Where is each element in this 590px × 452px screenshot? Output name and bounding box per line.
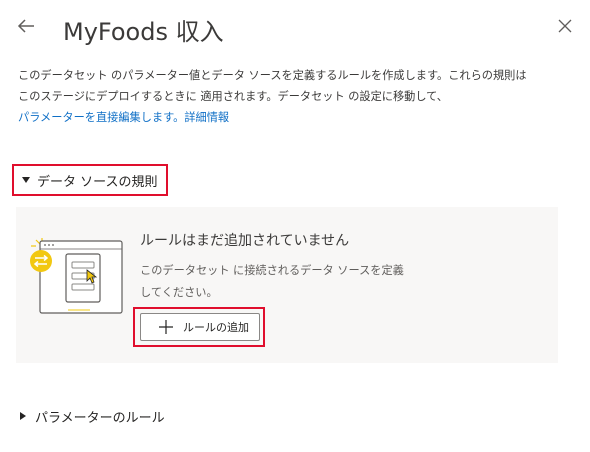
description-line-3: パラメーターを直接編集します。詳細情報 — [18, 107, 558, 128]
description: このデータセット のパラメーター値とデータ ソースを定義するルールを作成します。… — [18, 65, 558, 128]
learn-more-link[interactable]: 詳細情報 — [184, 111, 229, 124]
description-line-1: このデータセット のパラメーター値とデータ ソースを定義するルールを作成します。… — [18, 69, 527, 82]
empty-state-description: このデータセット に接続されるデータ ソースを定義 してください。 — [140, 260, 440, 304]
empty-state-description-line-1: このデータセット に接続されるデータ ソースを定義 — [140, 264, 404, 277]
empty-state-description-line-2: してください。 — [140, 286, 218, 299]
arrow-left-icon[interactable] — [14, 14, 38, 38]
section-data-source-rules[interactable]: データ ソースの規則 — [12, 164, 168, 196]
rules-illustration — [30, 238, 123, 314]
add-rule-button-label: ルールの追加 — [183, 321, 249, 334]
description-line-3-text: パラメーターを直接編集します。 — [18, 111, 185, 124]
collapse-caret-icon — [22, 177, 30, 183]
section-data-source-rules-label: データ ソースの規則 — [37, 174, 158, 190]
description-line-2: このステージにデプロイするときに 適用されます。データセット の設定に移動して、 — [18, 90, 448, 103]
section-parameter-rules[interactable]: パラメーターのルール — [20, 405, 165, 427]
empty-state-title: ルールはまだ追加されていません — [140, 233, 350, 249]
plus-icon — [159, 320, 173, 334]
page-title: MyFoods 収入 — [63, 18, 224, 46]
section-parameter-rules-label: パラメーターのルール — [35, 410, 165, 426]
close-icon[interactable] — [556, 17, 574, 35]
add-rule-button[interactable]: ルールの追加 — [140, 313, 260, 341]
expand-caret-icon — [20, 412, 26, 420]
